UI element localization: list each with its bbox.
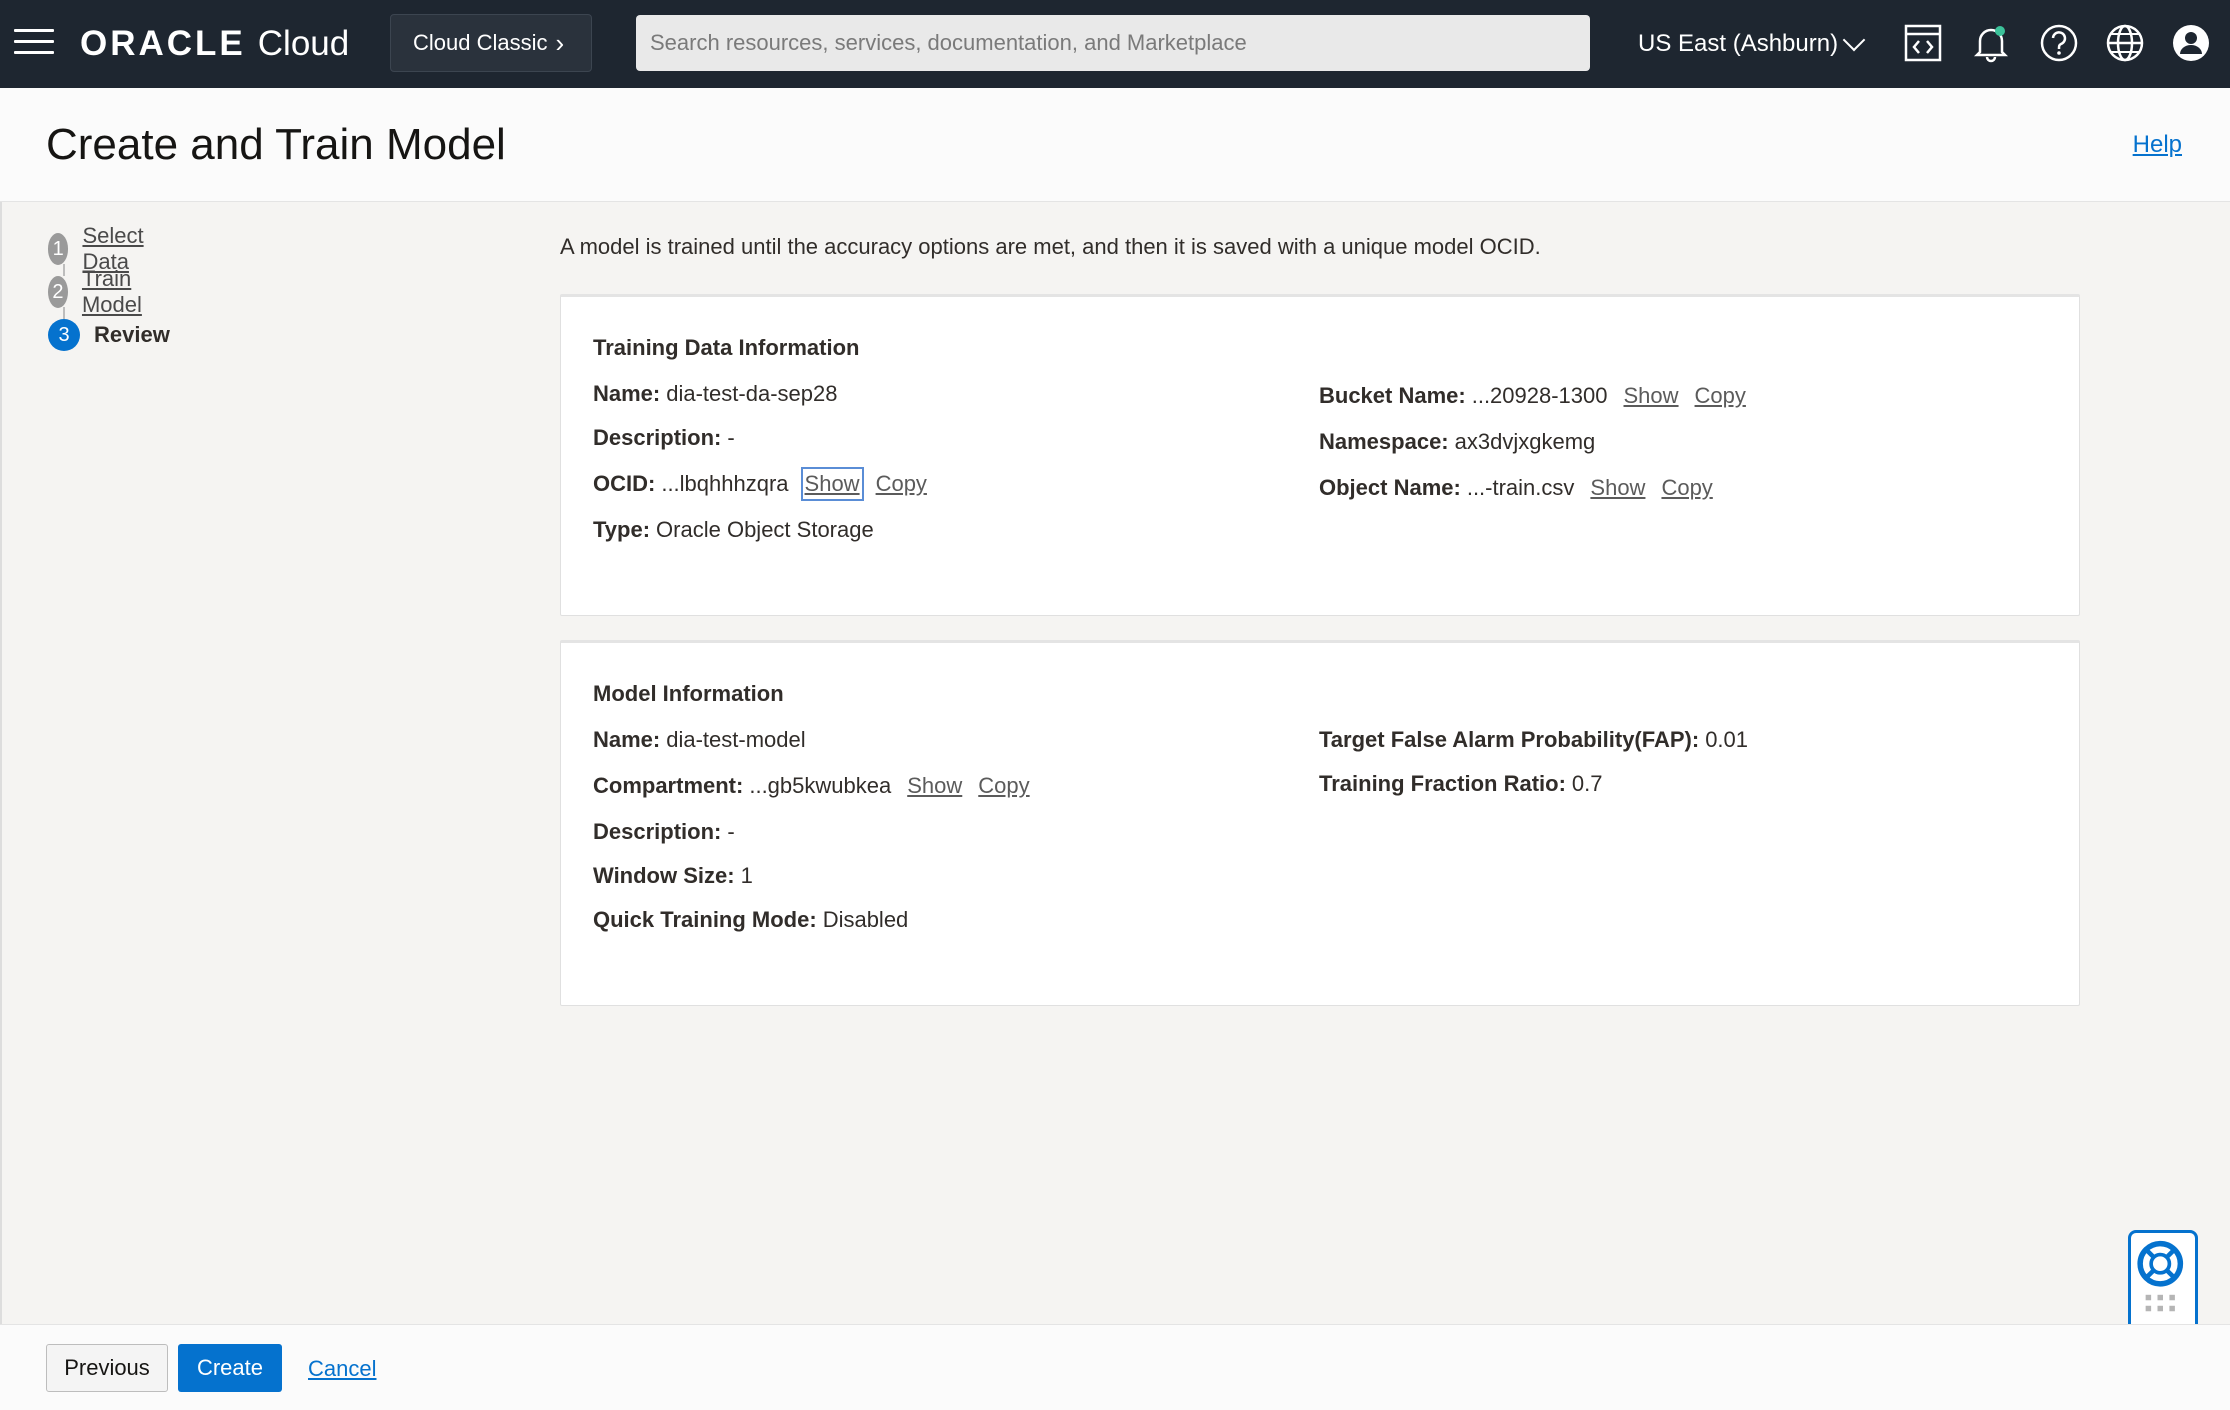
- card-title: Model Information: [593, 681, 784, 706]
- field-value: ...20928-1300: [1471, 383, 1608, 408]
- product-name: Cloud: [257, 24, 350, 63]
- field-label: Type:: [593, 517, 651, 542]
- globe-icon[interactable]: [2102, 20, 2148, 66]
- ocid-copy-link[interactable]: Copy: [876, 471, 927, 497]
- field-value: Disabled: [822, 907, 909, 932]
- create-button[interactable]: Create: [178, 1344, 282, 1392]
- brand-name: ORACLE: [80, 24, 246, 63]
- search-input[interactable]: [636, 15, 1590, 71]
- wizard-footer: Previous Create Cancel: [0, 1324, 2230, 1410]
- chevron-right-icon: ›: [555, 27, 565, 58]
- step-label: Review: [94, 322, 170, 347]
- model-info-card: Model Information Name: dia-test-model C…: [560, 640, 2080, 1006]
- page-title: Create and Train Model: [46, 120, 506, 169]
- field-label: Description:: [593, 819, 722, 844]
- field-value: 0.7: [1571, 771, 1603, 796]
- object-copy-link[interactable]: Copy: [1661, 475, 1712, 501]
- training-type-field: Type: Oracle Object Storage: [593, 517, 874, 543]
- top-navigation-bar: ORACLE Cloud Cloud Classic › US East (As…: [0, 0, 2230, 88]
- object-show-link[interactable]: Show: [1590, 475, 1645, 501]
- step-label[interactable]: Train Model: [82, 266, 154, 318]
- oracle-cloud-logo[interactable]: ORACLE Cloud: [80, 20, 349, 68]
- fap-field: Target False Alarm Probability(FAP): 0.0…: [1319, 727, 1748, 753]
- object-name-field: Object Name: ...-train.csv Show Copy: [1319, 475, 1713, 501]
- step-number: 3: [48, 319, 80, 351]
- field-value: -: [727, 819, 735, 844]
- card-title: Training Data Information: [593, 335, 860, 360]
- field-label: Name:: [593, 727, 661, 752]
- help-link[interactable]: Help: [2133, 131, 2182, 159]
- field-value: ...lbqhhhzqra: [661, 471, 789, 496]
- cancel-link[interactable]: Cancel: [308, 1356, 376, 1382]
- chevron-down-icon: [1842, 28, 1866, 52]
- namespace-field: Namespace: ax3dvjxgkemg: [1319, 429, 1595, 455]
- field-label: OCID:: [593, 471, 656, 496]
- lifebuoy-icon: [2137, 1240, 2184, 1312]
- bucket-copy-link[interactable]: Copy: [1695, 383, 1746, 409]
- field-value: ...-train.csv: [1466, 475, 1575, 500]
- help-widget[interactable]: [2128, 1230, 2198, 1334]
- field-value: 0.01: [1705, 727, 1749, 752]
- intro-text: A model is trained until the accuracy op…: [560, 234, 1541, 259]
- region-label: US East (Ashburn): [1638, 30, 1839, 57]
- bell-icon[interactable]: [1968, 20, 2014, 66]
- field-value: -: [727, 425, 735, 450]
- code-editor-icon[interactable]: [1900, 20, 1946, 66]
- step-number: 2: [48, 276, 68, 308]
- user-icon[interactable]: [2168, 20, 2214, 66]
- training-name-field: Name: dia-test-da-sep28: [593, 381, 837, 407]
- page-header: Create and Train Model Help: [0, 88, 2230, 202]
- model-description-field: Description: -: [593, 819, 735, 845]
- field-label: Name:: [593, 381, 661, 406]
- cloud-classic-button[interactable]: Cloud Classic ›: [390, 14, 592, 72]
- quick-training-field: Quick Training Mode: Disabled: [593, 907, 908, 933]
- field-value: ...gb5kwubkea: [749, 773, 892, 798]
- bucket-show-link[interactable]: Show: [1624, 383, 1679, 409]
- field-value: dia-test-model: [666, 727, 806, 752]
- field-value: dia-test-da-sep28: [666, 381, 838, 406]
- training-data-card: Training Data Information Name: dia-test…: [560, 294, 2080, 616]
- compartment-copy-link[interactable]: Copy: [978, 773, 1029, 799]
- window-size-field: Window Size: 1: [593, 863, 753, 889]
- step-review: 3 Review: [48, 318, 170, 352]
- field-label: Quick Training Mode:: [593, 907, 817, 932]
- field-value: Oracle Object Storage: [656, 517, 874, 542]
- region-selector[interactable]: US East (Ashburn): [1638, 24, 1866, 64]
- training-ocid-field: OCID: ...lbqhhhzqra Show Copy: [593, 467, 927, 501]
- training-ratio-field: Training Fraction Ratio: 0.7: [1319, 771, 1603, 797]
- compartment-show-link[interactable]: Show: [907, 773, 962, 799]
- cloud-classic-label: Cloud Classic: [413, 30, 548, 55]
- bucket-name-field: Bucket Name: ...20928-1300 Show Copy: [1319, 383, 1746, 409]
- field-label: Target False Alarm Probability(FAP):: [1319, 727, 1700, 752]
- previous-button[interactable]: Previous: [46, 1344, 168, 1392]
- field-label: Bucket Name:: [1319, 383, 1466, 408]
- field-label: Namespace:: [1319, 429, 1449, 454]
- model-name-field: Name: dia-test-model: [593, 727, 806, 753]
- field-value: ax3dvjxgkemg: [1454, 429, 1596, 454]
- step-train-model[interactable]: 2 Train Model: [48, 266, 154, 317]
- field-label: Window Size:: [593, 863, 735, 888]
- field-label: Compartment:: [593, 773, 744, 798]
- menu-icon[interactable]: [14, 29, 54, 57]
- compartment-field: Compartment: ...gb5kwubkea Show Copy: [593, 773, 1030, 799]
- ocid-show-link[interactable]: Show: [800, 467, 864, 501]
- field-label: Training Fraction Ratio:: [1319, 771, 1566, 796]
- step-select-data[interactable]: 1 Select Data: [48, 223, 155, 274]
- field-value: 1: [740, 863, 753, 888]
- training-description-field: Description: -: [593, 425, 735, 451]
- step-number: 1: [48, 233, 69, 265]
- field-label: Description:: [593, 425, 722, 450]
- help-circle-icon[interactable]: [2036, 20, 2082, 66]
- field-label: Object Name:: [1319, 475, 1461, 500]
